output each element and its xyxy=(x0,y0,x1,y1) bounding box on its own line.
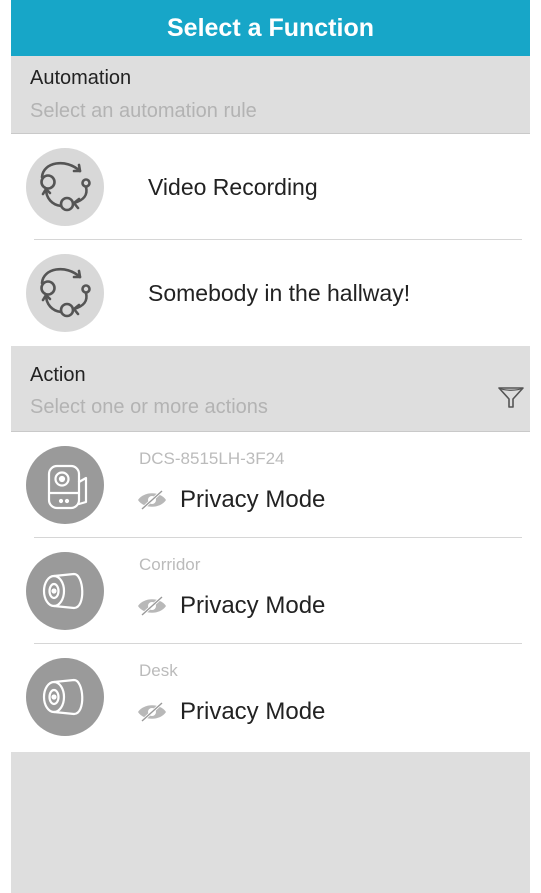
eye-off-icon xyxy=(138,595,166,617)
action-label: Privacy Mode xyxy=(180,698,326,725)
action-line: Privacy Mode xyxy=(136,486,325,514)
automation-item-label: Video Recording xyxy=(148,174,318,200)
automation-section-header: Automation Select an automation rule xyxy=(11,56,530,134)
action-section-header: Action Select one or more actions xyxy=(11,346,530,432)
automation-cycle-icon xyxy=(26,148,104,226)
mini-camera-icon xyxy=(26,658,104,736)
automation-cycle-icon xyxy=(26,254,104,332)
eye-off-icon xyxy=(138,489,166,511)
action-item-device-dcs[interactable]: DCS-8515LH-3F24 Privacy Mode xyxy=(11,432,530,538)
page-title: Select a Function xyxy=(167,13,374,42)
action-section-title: Action xyxy=(30,364,86,386)
mini-camera-icon xyxy=(26,552,104,630)
automation-item-somebody-in-hallway[interactable]: Somebody in the hallway! xyxy=(11,240,530,346)
action-line: Privacy Mode xyxy=(136,698,325,726)
device-name: Corridor xyxy=(139,555,201,574)
action-line: Privacy Mode xyxy=(136,592,325,620)
device-name: DCS-8515LH-3F24 xyxy=(139,449,285,468)
action-label: Privacy Mode xyxy=(180,486,326,513)
action-item-device-corridor[interactable]: Corridor Privacy Mode xyxy=(11,538,530,644)
action-item-device-desk[interactable]: Desk Privacy Mode xyxy=(11,644,530,750)
automation-item-label: Somebody in the hallway! xyxy=(148,280,411,306)
action-section-subtitle: Select one or more actions xyxy=(30,396,268,418)
automation-section-subtitle: Select an automation rule xyxy=(30,100,257,122)
app-screen: Select a Function Automation Select an a… xyxy=(11,0,530,893)
action-label: Privacy Mode xyxy=(180,592,326,619)
pan-tilt-camera-icon xyxy=(26,446,104,524)
filter-icon[interactable] xyxy=(496,382,526,412)
device-name: Desk xyxy=(139,661,178,680)
automation-section-title: Automation xyxy=(30,67,132,89)
automation-item-video-recording[interactable]: Video Recording xyxy=(11,134,530,240)
empty-area xyxy=(11,752,530,893)
eye-off-icon xyxy=(138,701,166,723)
title-bar: Select a Function xyxy=(11,0,530,56)
